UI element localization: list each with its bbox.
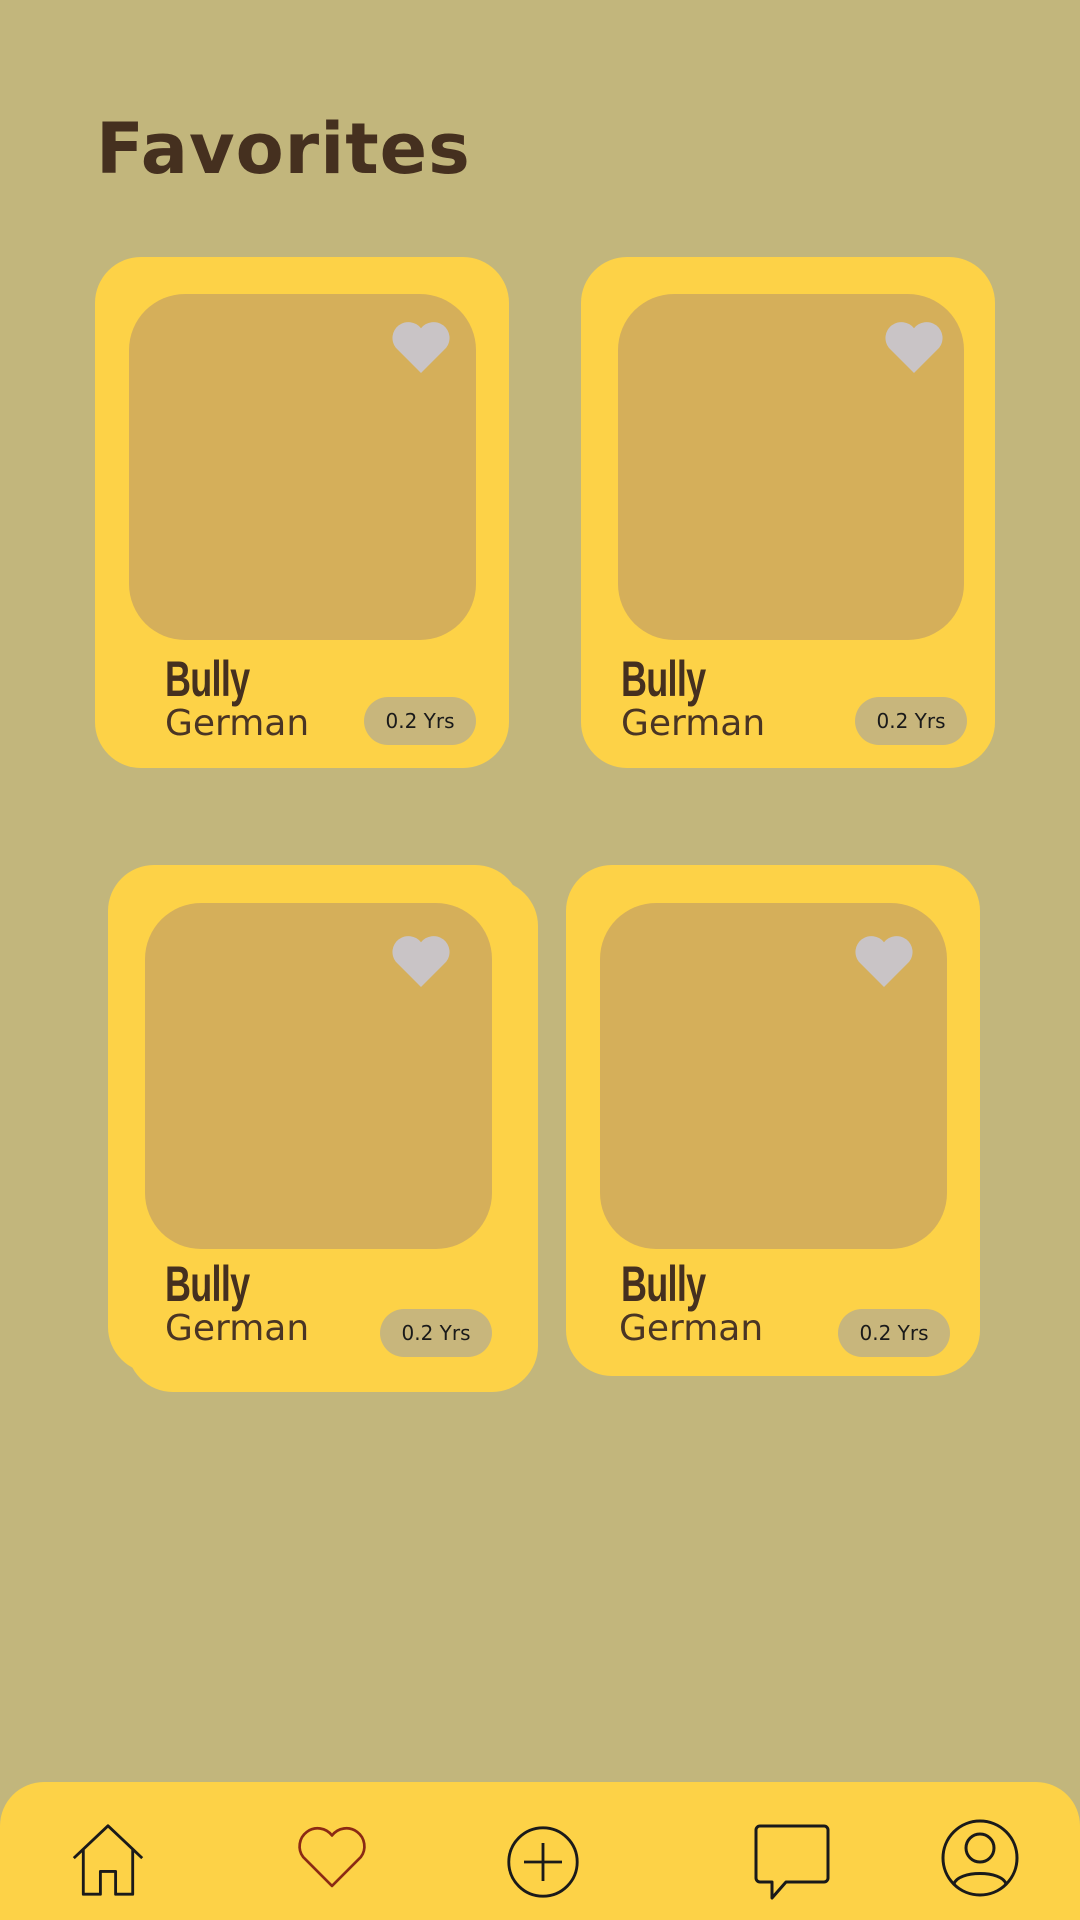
add-icon[interactable] (505, 1824, 581, 1900)
favorite-card[interactable]: Bully German 0.2 Yrs (581, 257, 995, 768)
age-badge: 0.2 Yrs (855, 697, 967, 745)
heart-icon[interactable] (390, 933, 452, 987)
pet-breed: German (621, 703, 766, 744)
heart-icon[interactable] (853, 933, 915, 987)
pet-name: Bully (621, 651, 706, 707)
profile-icon[interactable] (940, 1818, 1020, 1898)
pet-breed: German (165, 1308, 310, 1349)
favorite-card[interactable]: Bully German 0.2 Yrs (95, 257, 509, 768)
age-badge: 0.2 Yrs (364, 697, 476, 745)
pet-name: Bully (621, 1256, 706, 1312)
chat-icon[interactable] (752, 1822, 832, 1902)
bottom-nav-bar (0, 1782, 1080, 1920)
pet-breed: German (619, 1308, 764, 1349)
heart-icon[interactable] (390, 319, 452, 373)
pet-name: Bully (165, 651, 250, 707)
favorite-card[interactable]: Bully German 0.2 Yrs (566, 865, 980, 1376)
heart-icon[interactable] (883, 319, 945, 373)
home-icon[interactable] (70, 1822, 146, 1898)
pet-breed: German (165, 703, 310, 744)
age-badge: 0.2 Yrs (380, 1309, 492, 1357)
age-badge: 0.2 Yrs (838, 1309, 950, 1357)
page-title: Favorites (96, 108, 471, 190)
favorite-card[interactable]: Bully German 0.2 Yrs (108, 865, 521, 1373)
pet-name: Bully (165, 1256, 250, 1312)
favorites-heart-icon[interactable] (296, 1826, 368, 1890)
